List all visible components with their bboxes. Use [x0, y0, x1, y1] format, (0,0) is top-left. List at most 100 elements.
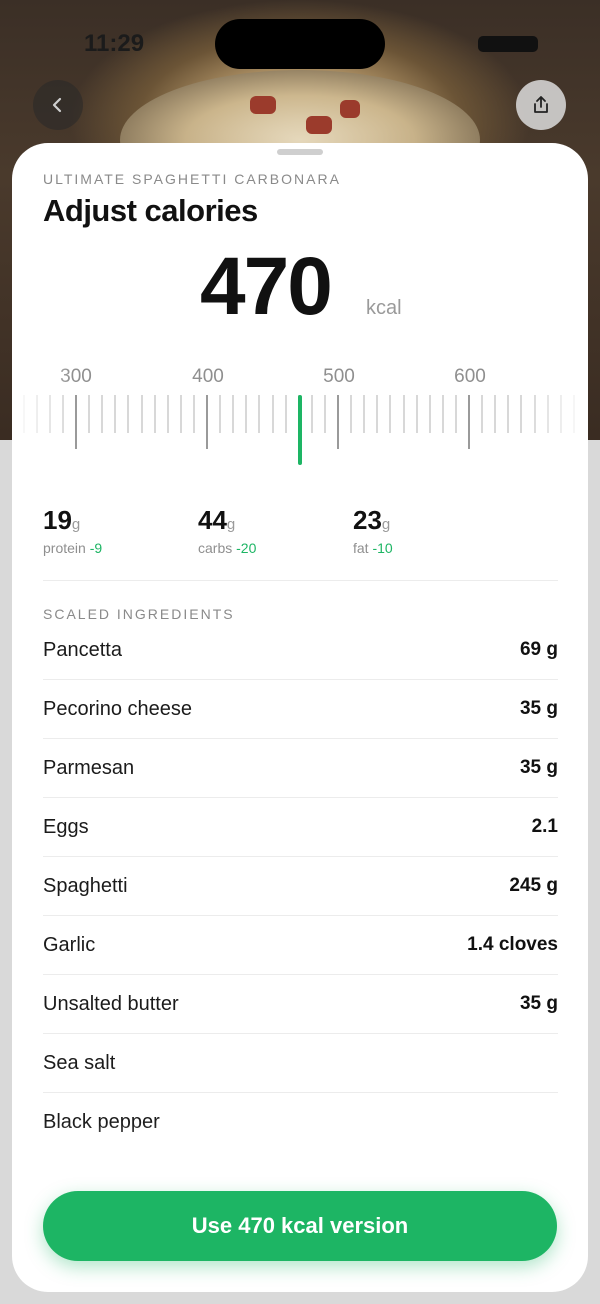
ruler-minor-tick — [271, 395, 274, 433]
calorie-sheet: ULTIMATE SPAGHETTI CARBONARA Adjust calo… — [12, 143, 588, 1292]
ingredient-row: Spaghetti 245 g — [43, 857, 558, 916]
ruler-minor-tick — [520, 395, 523, 433]
calorie-value: 470 — [200, 241, 333, 332]
pancetta-piece — [306, 116, 332, 134]
sheet-grabber[interactable] — [277, 149, 323, 155]
ingredient-quantity: 35 g — [519, 993, 558, 1014]
ruler-minor-tick — [192, 395, 195, 433]
battery-icon — [478, 36, 538, 52]
share-button[interactable] — [516, 80, 566, 130]
ruler-major-tick — [468, 395, 470, 449]
ruler-minor-tick — [232, 395, 235, 433]
ingredient-quantity: 69 g — [519, 639, 558, 660]
ingredient-row: Garlic 1.4 cloves — [43, 916, 558, 975]
ruler-fade-right — [528, 361, 588, 471]
calorie-unit: kcal — [366, 297, 402, 319]
ingredient-row: Pancetta 69 g — [43, 621, 558, 680]
ruler-major-tick — [337, 395, 339, 449]
ruler-minor-tick — [376, 395, 379, 433]
chevron-left-icon — [52, 97, 62, 113]
ruler-minor-tick — [219, 395, 222, 433]
ingredient-row: Sea salt — [43, 1034, 558, 1093]
ruler-minor-tick — [454, 395, 457, 433]
ruler-minor-tick — [284, 395, 287, 433]
recipe-name: ULTIMATE SPAGHETTI CARBONARA — [43, 171, 341, 187]
ingredients-list: Pancetta 69 g Pecorino cheese 35 g Parme… — [43, 621, 558, 1151]
calorie-ruler-slider[interactable]: 300 400 500 600 — [12, 361, 588, 471]
macro-label: protein — [43, 540, 86, 556]
ruler-minor-tick — [428, 395, 431, 433]
ruler-minor-tick — [363, 395, 366, 433]
ruler-minor-tick — [114, 395, 117, 433]
ingredient-quantity: 2.1 — [531, 816, 558, 837]
ruler-minor-tick — [507, 395, 510, 433]
ingredient-quantity: 245 g — [509, 875, 558, 896]
ruler-minor-tick — [140, 395, 143, 433]
ruler-minor-tick — [441, 395, 444, 433]
macro-delta: -20 — [236, 540, 257, 556]
ruler-minor-tick — [481, 395, 484, 433]
ruler-minor-tick — [245, 395, 248, 433]
ingredient-quantity: 1.4 cloves — [467, 934, 558, 955]
ruler-major-tick — [206, 395, 208, 449]
ruler-minor-tick — [494, 395, 497, 433]
macro-label: fat — [353, 540, 369, 556]
ruler-label: 600 — [454, 366, 486, 387]
ingredient-name: Sea salt — [43, 1051, 116, 1074]
macro-fat: 23g fat -10 — [353, 505, 393, 556]
macro-value: 23 — [353, 505, 382, 535]
ingredient-name: Unsalted butter — [43, 992, 179, 1015]
share-icon — [534, 96, 548, 113]
macro-carbs: 44g carbs -20 — [198, 505, 256, 556]
macro-protein: 19g protein -9 — [43, 505, 102, 556]
ingredient-name: Spaghetti — [43, 874, 128, 897]
ruler-minor-tick — [258, 395, 261, 433]
macro-unit: g — [381, 516, 391, 533]
ingredient-row: Parmesan 35 g — [43, 739, 558, 798]
ruler-label: 500 — [323, 366, 355, 387]
macro-value: 44 — [198, 505, 227, 535]
pancetta-piece — [340, 100, 360, 118]
ingredient-name: Parmesan — [43, 756, 135, 779]
ingredients-header: SCALED INGREDIENTS — [43, 606, 235, 622]
ruler-minor-tick — [127, 395, 130, 433]
divider — [43, 580, 558, 581]
ruler-major-tick — [75, 395, 77, 449]
use-calorie-version-button[interactable]: Use 470 kcal version — [43, 1191, 557, 1261]
page-title: Adjust calories — [43, 193, 258, 228]
macro-value: 19 — [43, 505, 72, 535]
ruler-minor-tick — [415, 395, 418, 433]
ingredient-quantity: 35 g — [519, 698, 558, 719]
back-button[interactable] — [33, 80, 83, 130]
bottom-fade — [12, 1123, 588, 1183]
dynamic-island — [215, 19, 385, 69]
ingredient-row: Pecorino cheese 35 g — [43, 680, 558, 739]
status-bar: 11:29 — [0, 0, 600, 80]
pancetta-piece — [250, 96, 276, 114]
ruler-minor-tick — [350, 395, 353, 433]
ruler-indicator[interactable] — [298, 395, 302, 465]
ruler-minor-tick — [310, 395, 313, 433]
ruler-minor-tick — [323, 395, 326, 433]
ingredient-row: Unsalted butter 35 g — [43, 975, 558, 1034]
macro-delta: -10 — [372, 540, 393, 556]
ruler-minor-tick — [402, 395, 405, 433]
macro-label: carbs — [198, 540, 233, 556]
ingredient-name: Eggs — [43, 815, 89, 838]
ingredient-name: Pecorino cheese — [43, 697, 192, 720]
macro-unit: g — [226, 516, 236, 533]
ruler-minor-tick — [166, 395, 169, 433]
status-time: 11:29 — [84, 30, 145, 57]
ruler-minor-tick — [153, 395, 156, 433]
macro-unit: g — [71, 516, 81, 533]
macro-delta: -9 — [89, 540, 103, 556]
ruler-fade-left — [12, 361, 72, 471]
ruler-label: 400 — [192, 366, 224, 387]
ingredient-name: Pancetta — [43, 638, 122, 661]
ruler-minor-tick — [88, 395, 91, 433]
ingredient-name: Garlic — [43, 933, 96, 956]
ruler-minor-tick — [179, 395, 182, 433]
ingredient-row: Eggs 2.1 — [43, 798, 558, 857]
ingredient-quantity: 35 g — [519, 757, 558, 778]
macros-summary: 19g protein -9 44g carbs -20 23g fat -10 — [43, 505, 558, 565]
